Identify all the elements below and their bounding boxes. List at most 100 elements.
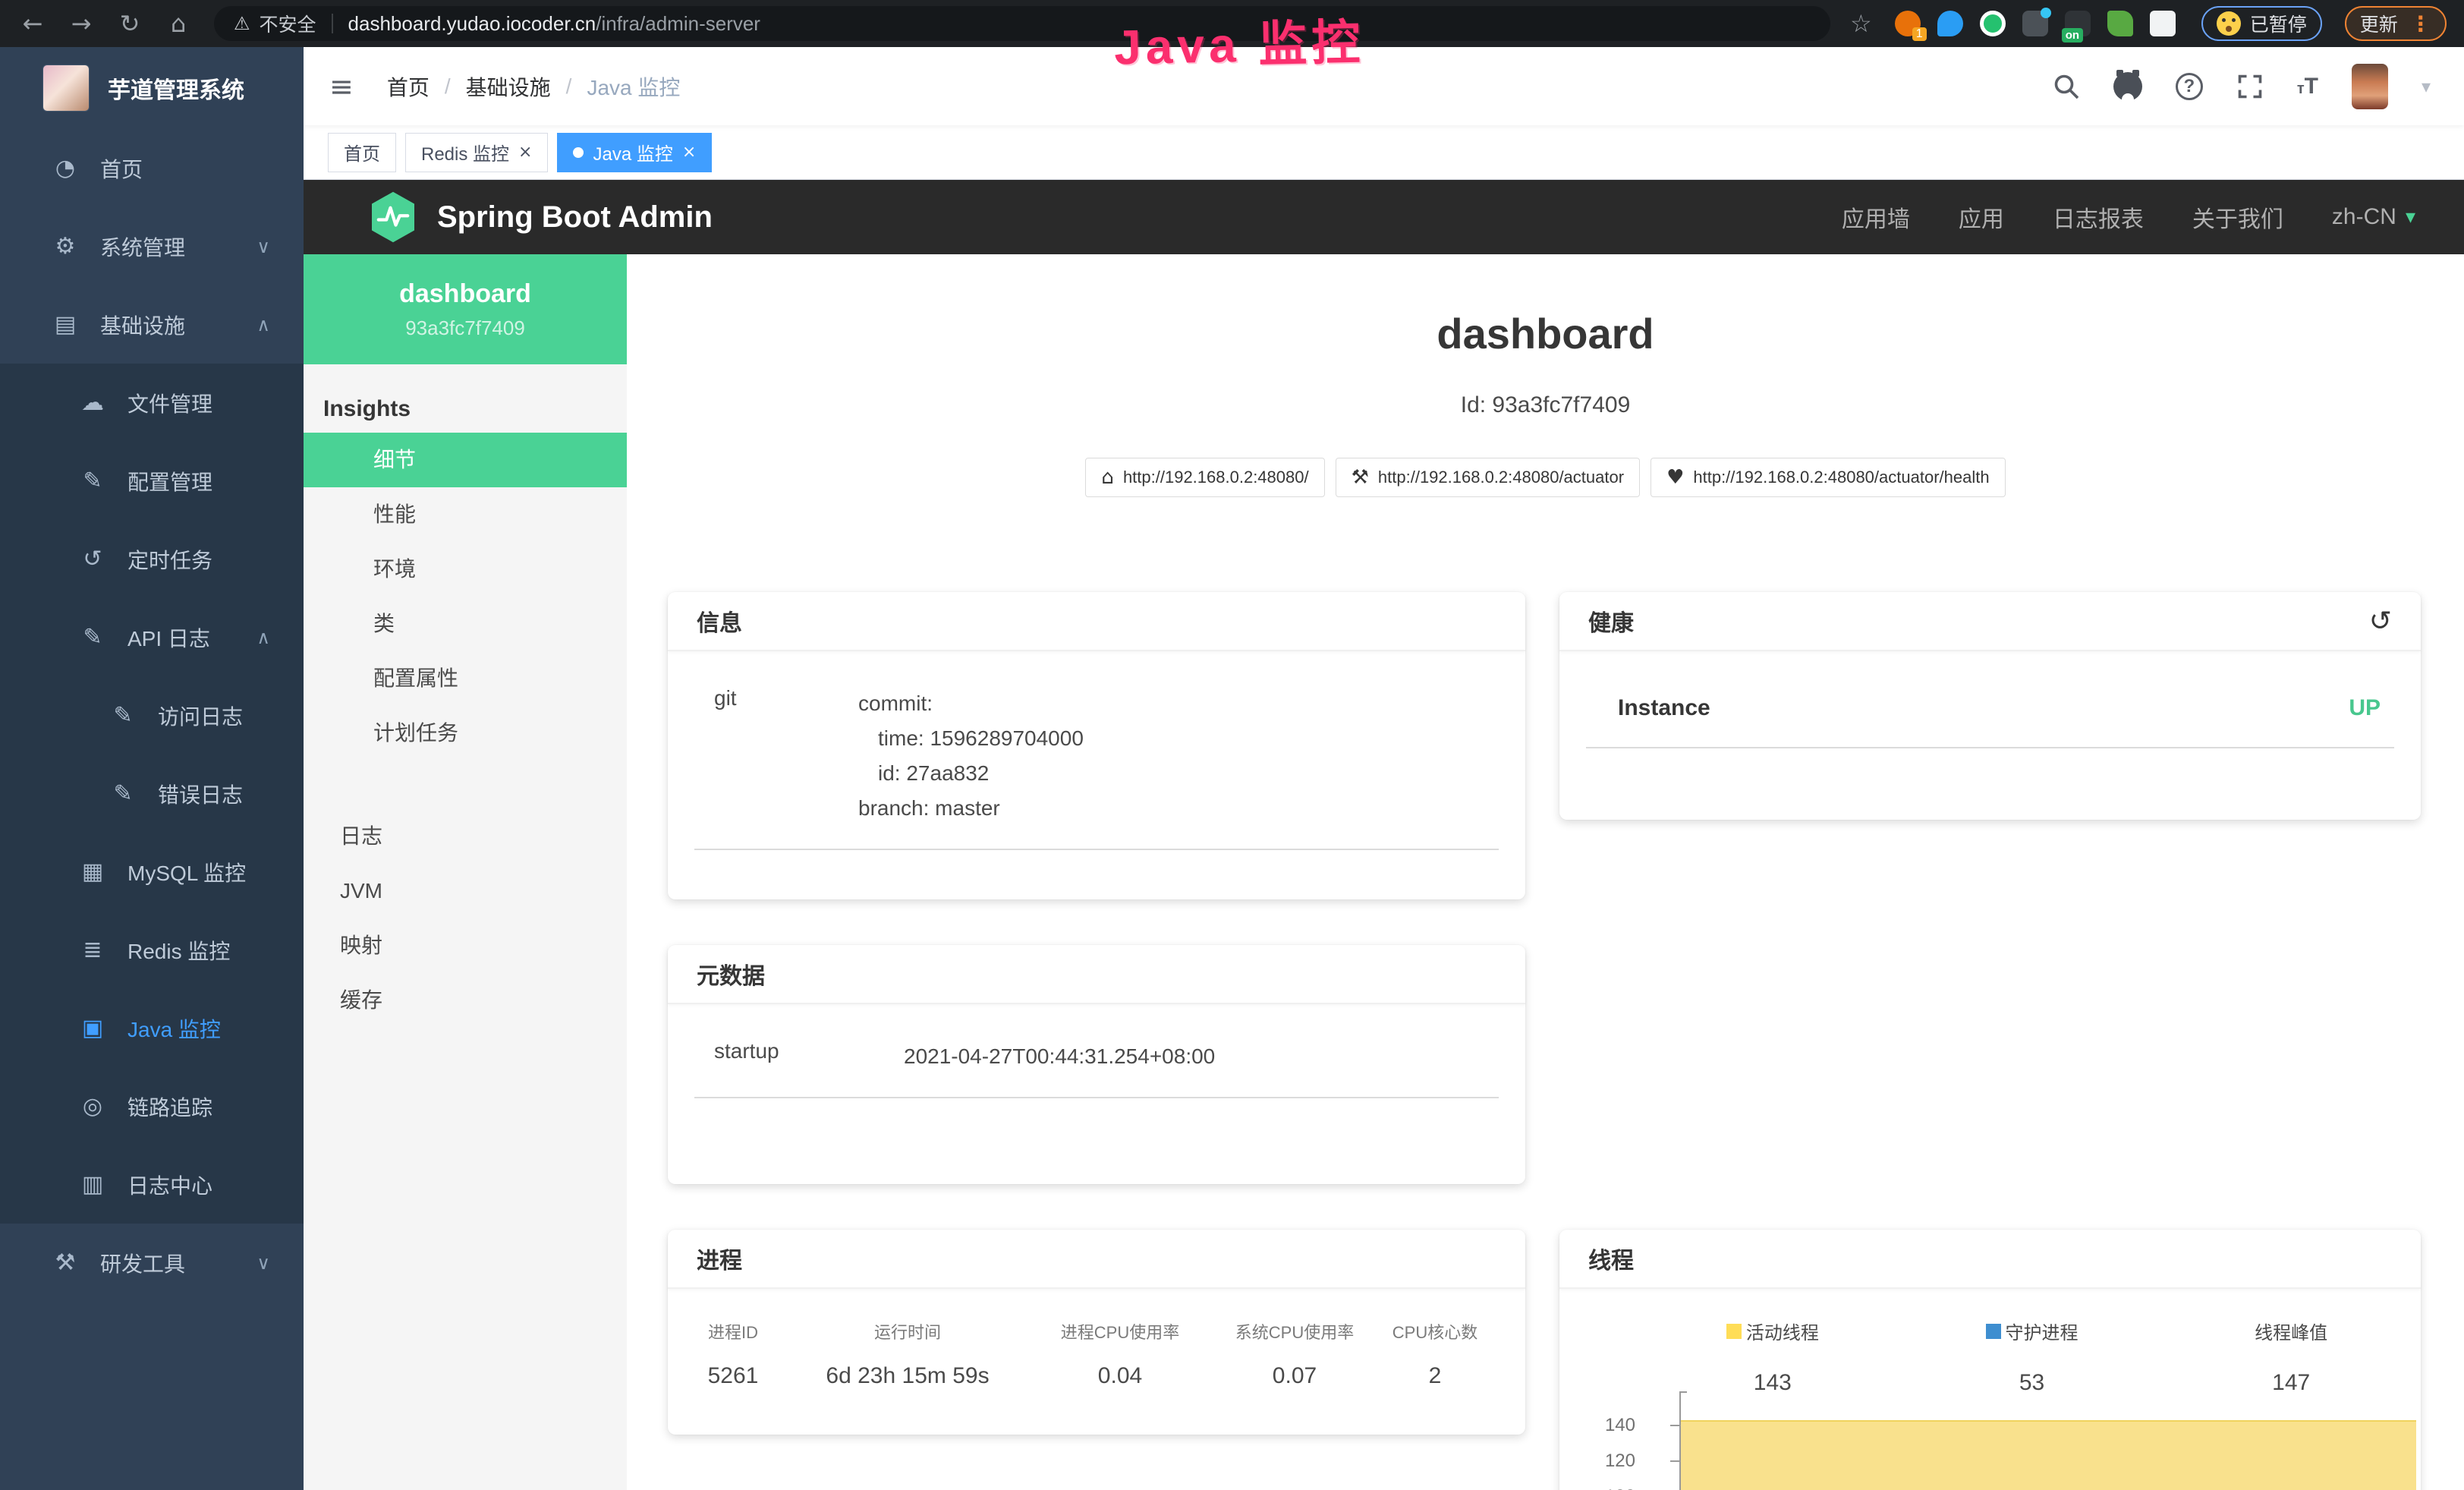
extension-colorzilla-icon[interactable]: 1 [1895, 11, 1921, 36]
card-title-text: 线程 [1588, 1242, 1634, 1275]
breadcrumb-infrastructure[interactable]: 基础设施 [466, 71, 551, 102]
sidebar-item-file-mgmt[interactable]: ☁ 文件管理 [0, 364, 304, 442]
sidebar-item-tracing[interactable]: ◎ 链路追踪 [0, 1067, 304, 1145]
sidebar-item-dev-tools[interactable]: ⚒ 研发工具 ∨ [0, 1224, 304, 1302]
app-logo[interactable]: 芋道管理系统 [0, 47, 304, 129]
infrastructure-submenu: ☁ 文件管理 ✎ 配置管理 ↺ 定时任务 ✎ API 日志 ∧ ✎ 访问日志 ✎ [0, 364, 304, 1224]
sidebar-item-infrastructure[interactable]: ▤ 基础设施 ∧ [0, 285, 304, 364]
instance-nav-metrics[interactable]: 性能 [304, 487, 627, 542]
actuator-url-button[interactable]: ⚒ http://192.168.0.2:48080/actuator [1336, 458, 1640, 497]
browser-forward-icon[interactable]: → [65, 9, 97, 38]
font-size-icon[interactable]: тT [2297, 74, 2318, 99]
ytick-100: 100 [1559, 1486, 1635, 1490]
sba-nav-about[interactable]: 关于我们 [2192, 200, 2283, 234]
legend-live-threads: 活动线程 143 [1643, 1318, 1902, 1396]
extension-onetab-icon[interactable]: on [2065, 11, 2091, 36]
tab-home[interactable]: 首页 [328, 133, 396, 172]
extension-grid-icon[interactable] [2022, 11, 2048, 36]
browser-reload-icon[interactable]: ↻ [114, 9, 146, 38]
instance-nav-mappings[interactable]: 映射 [304, 918, 627, 973]
instance-nav-classes[interactable]: 类 [304, 597, 627, 651]
close-icon[interactable]: × [682, 143, 696, 162]
git-branch-line: branch: master [858, 796, 1000, 820]
avatar-caret-down-icon[interactable]: ▾ [2422, 76, 2431, 97]
browser-home-icon[interactable]: ⌂ [162, 9, 194, 38]
github-icon[interactable] [2113, 72, 2142, 101]
sidebar-item-label: 配置管理 [127, 466, 212, 496]
instance-nav-environment[interactable]: 环境 [304, 542, 627, 597]
instance-nav-details[interactable]: 细节 [304, 433, 627, 487]
col-uptime: 运行时间 [786, 1319, 1029, 1344]
sidebar-item-error-logs[interactable]: ✎ 错误日志 [0, 754, 304, 833]
sidebar-item-label: 研发工具 [100, 1248, 185, 1278]
fullscreen-icon[interactable] [2236, 73, 2264, 100]
tab-redis-monitor[interactable]: Redis 监控 × [405, 133, 548, 172]
extension-leaf-icon[interactable] [2107, 11, 2133, 36]
yellow-legend-swatch [1726, 1324, 1742, 1339]
instance-nav-logs[interactable]: 日志 [304, 809, 627, 864]
sidebar-item-config-mgmt[interactable]: ✎ 配置管理 [0, 442, 304, 520]
sidebar-item-java-monitor[interactable]: ▣ Java 监控 [0, 989, 304, 1067]
ytick-140: 140 [1559, 1415, 1635, 1436]
sidebar-item-api-logs[interactable]: ✎ API 日志 ∧ [0, 598, 304, 676]
browser-menu-dots-icon[interactable]: ⋮ [2410, 11, 2431, 36]
browser-back-icon[interactable]: ← [17, 9, 49, 38]
instance-nav-config-props[interactable]: 配置属性 [304, 651, 627, 706]
sba-nav-wallboard[interactable]: 应用墙 [1842, 200, 1910, 234]
gear-icon: ⚙ [49, 233, 82, 260]
address-bar[interactable]: ⚠ 不安全 dashboard.yudao.iocoder.cn/infra/a… [214, 6, 1830, 41]
live-threads-area-series [1681, 1420, 2416, 1490]
sba-locale-select[interactable]: zh-CN ▾ [2332, 204, 2415, 230]
sidebar-item-label: MySQL 监控 [127, 857, 246, 887]
instance-nav-jvm[interactable]: JVM [304, 864, 627, 918]
insights-section-title: Insights [304, 386, 627, 433]
service-url-button[interactable]: ⌂ http://192.168.0.2:48080/ [1085, 458, 1324, 497]
pid-value: 5261 [680, 1363, 786, 1389]
extensions-puzzle-icon[interactable] [2150, 11, 2176, 36]
tab-java-monitor[interactable]: Java 监控 × [557, 133, 712, 172]
instance-nav-scheduled-tasks[interactable]: 计划任务 [304, 706, 627, 761]
legend-label: 守护进程 [2006, 1318, 2079, 1344]
breadcrumb-home[interactable]: 首页 [387, 71, 430, 102]
not-secure-label: 不安全 [260, 10, 316, 37]
extension-y-icon[interactable] [1980, 11, 2006, 36]
sidebar-item-scheduled-tasks[interactable]: ↺ 定时任务 [0, 520, 304, 598]
not-secure-warning-icon: ⚠ [234, 13, 250, 34]
sidebar-gap [304, 761, 627, 809]
sidebar-item-access-logs[interactable]: ✎ 访问日志 [0, 676, 304, 754]
tab-group-paused-chip[interactable]: 已暂停 [2201, 6, 2322, 41]
instance-nav-caches[interactable]: 缓存 [304, 973, 627, 1028]
search-icon[interactable] [2053, 73, 2080, 100]
health-status-badge: UP [2349, 695, 2381, 721]
health-url-button[interactable]: ♥ http://192.168.0.2:48080/actuator/heal… [1651, 458, 2006, 497]
home-icon: ⌂ [1101, 466, 1114, 489]
close-icon[interactable]: × [518, 143, 532, 162]
extension-toolbar: 1 on [1895, 11, 2176, 36]
sidebar-item-redis-monitor[interactable]: ≣ Redis 监控 [0, 911, 304, 989]
process-table: 进程ID 运行时间 进程CPU使用率 系统CPU使用率 CPU核心数 5261 … [668, 1289, 1525, 1389]
extension-pin-icon[interactable] [1937, 11, 1963, 36]
browser-update-button[interactable]: 更新 ⋮ [2345, 6, 2447, 41]
card-title-text: 元数据 [697, 957, 765, 991]
sidebar-item-label: 基础设施 [100, 310, 185, 340]
sidebar-item-mysql-monitor[interactable]: ▦ MySQL 监控 [0, 833, 304, 911]
sidebar-item-log-center[interactable]: ▥ 日志中心 [0, 1145, 304, 1224]
health-history-icon[interactable]: ↺ [2369, 606, 2392, 637]
sidebar-item-system-mgmt[interactable]: ⚙ 系统管理 ∨ [0, 207, 304, 285]
user-avatar[interactable] [2352, 64, 2388, 109]
breadcrumb: 首页 / 基础设施 / Java 监控 [387, 71, 681, 102]
sidebar-item-label: 访问日志 [158, 701, 243, 731]
sidebar-item-home[interactable]: ◔ 首页 [0, 129, 304, 207]
tab-label: Java 监控 [593, 139, 672, 165]
sidebar-item-label: 文件管理 [127, 388, 212, 418]
sba-nav-applications[interactable]: 应用 [1959, 200, 2004, 234]
health-card-title: 健康 ↺ [1559, 592, 2421, 651]
active-tab-dot [573, 147, 584, 158]
url-divider [332, 14, 333, 33]
sba-brand[interactable]: Spring Boot Admin [369, 191, 713, 244]
sba-nav-journal[interactable]: 日志报表 [2053, 200, 2144, 234]
bookmark-star-icon[interactable]: ☆ [1850, 9, 1872, 38]
page-subtitle: Id: 93a3fc7f7409 [627, 392, 2464, 418]
collapse-sidebar-icon[interactable]: ≡ [329, 70, 354, 103]
help-icon[interactable]: ? [2176, 73, 2203, 100]
